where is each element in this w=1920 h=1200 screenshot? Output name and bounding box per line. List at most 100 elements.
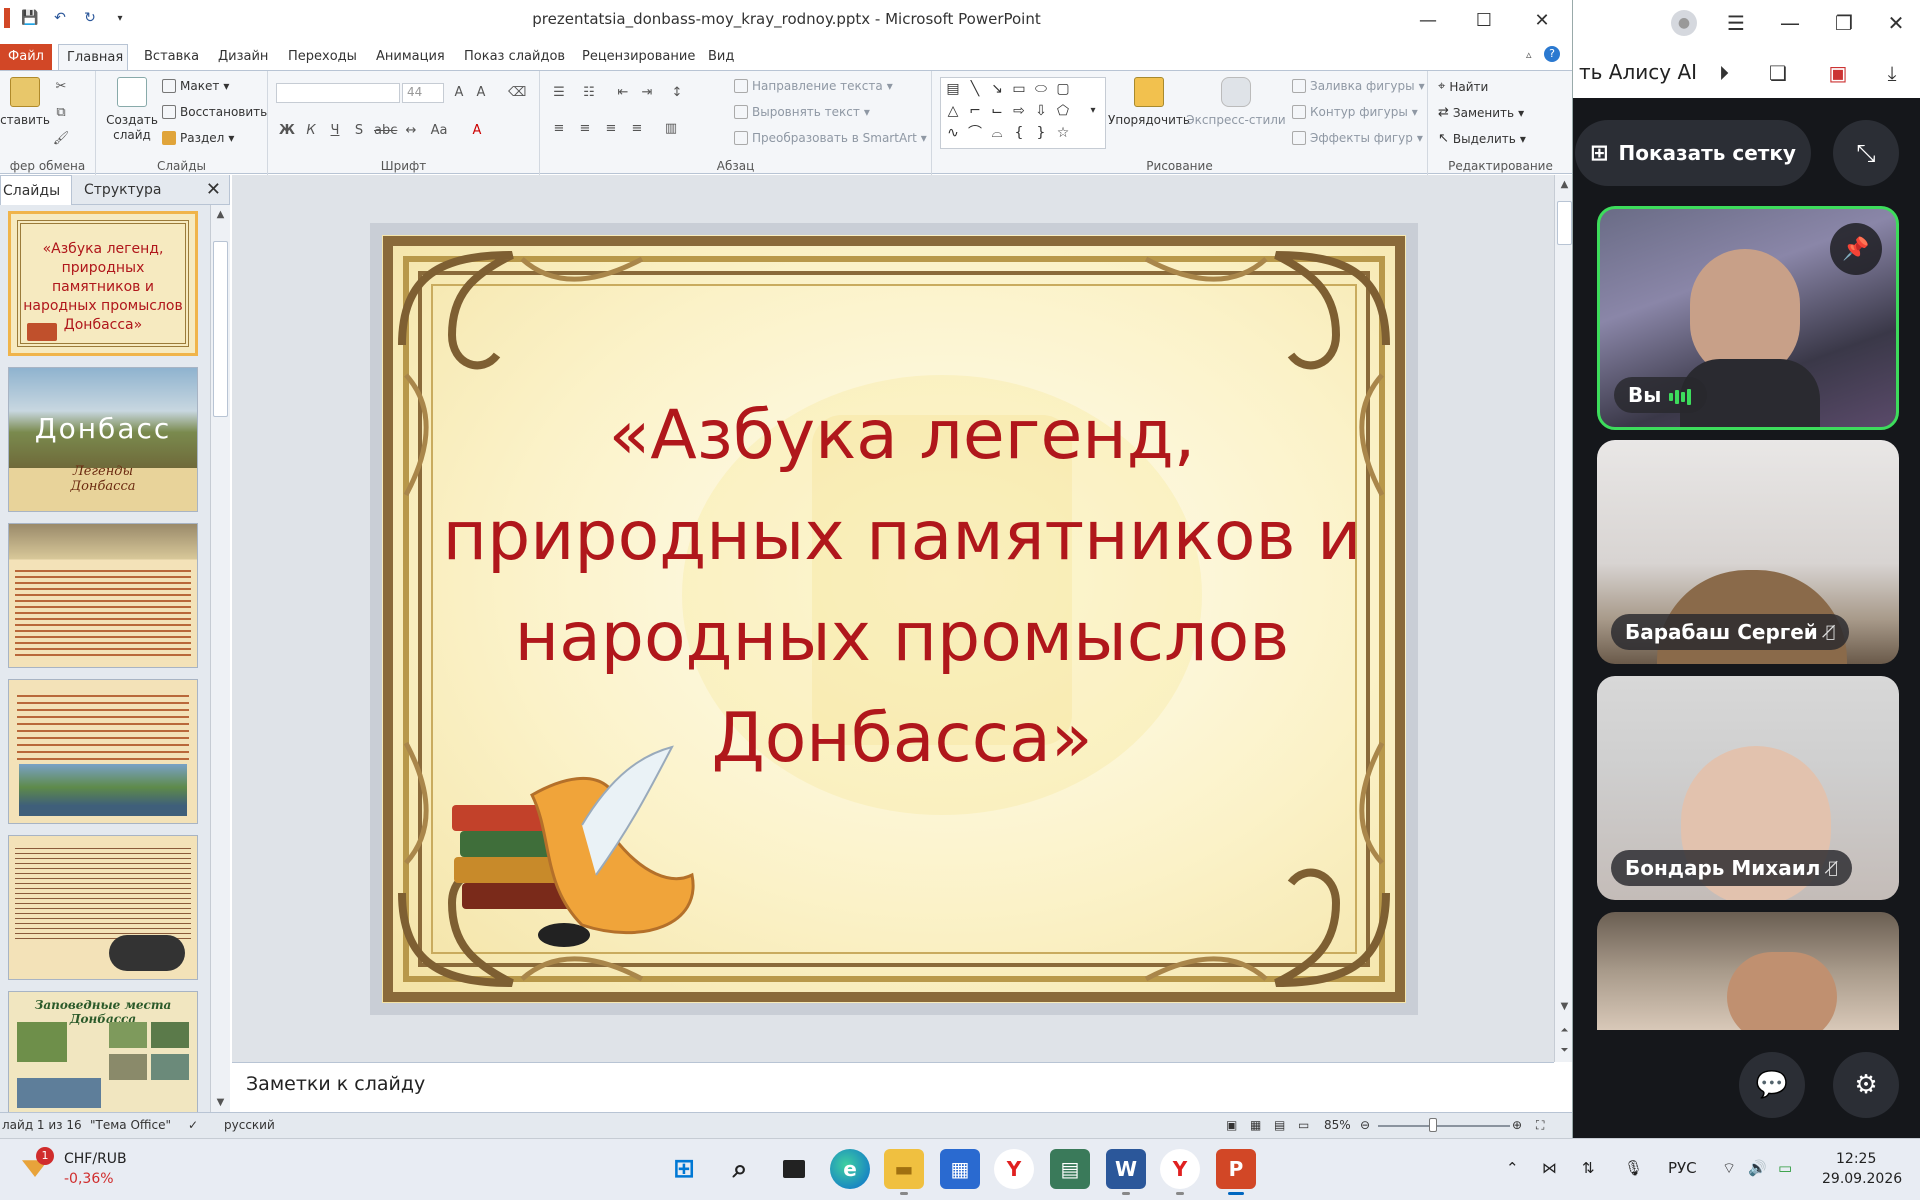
oval-shape-icon[interactable]: ⬭ — [1031, 80, 1051, 98]
slide-thumbnail[interactable] — [8, 679, 198, 824]
align-left-icon[interactable]: ≡ — [550, 121, 568, 136]
slide-sorter-icon[interactable]: ▦ — [1250, 1118, 1261, 1132]
zoom-out-icon[interactable]: ⊖ — [1360, 1118, 1370, 1132]
spacing-icon[interactable]: ↔ — [402, 123, 420, 138]
numbering-icon[interactable]: ☷ — [580, 85, 598, 100]
participant-tile-self[interactable]: 📌 Вы — [1597, 206, 1899, 430]
yandex-app[interactable]: Y — [994, 1149, 1034, 1189]
tray-expand-icon[interactable]: ⌃ — [1506, 1159, 1519, 1177]
select-button[interactable]: ↖ Выделить ▾ — [1438, 131, 1526, 146]
align-right-icon[interactable]: ≡ — [602, 121, 620, 136]
fit-slide-icon[interactable]: ⛶ — [1536, 1118, 1544, 1133]
calculator-app[interactable]: ▤ — [1050, 1149, 1090, 1189]
italic-icon[interactable]: К — [302, 123, 320, 138]
left-brace-shape-icon[interactable]: { — [1009, 124, 1029, 142]
minimize-button[interactable]: — — [1408, 6, 1448, 34]
cut-icon[interactable]: ✂ — [52, 79, 70, 94]
microphone-icon[interactable]: 🎙 — [1624, 1159, 1643, 1177]
format-painter-icon[interactable]: 🖌 — [52, 131, 70, 146]
word-app[interactable]: W — [1106, 1149, 1146, 1195]
shrink-font-icon[interactable]: A — [472, 85, 490, 100]
task-view-button[interactable] — [774, 1149, 814, 1189]
text-direction-button[interactable]: Направление текста ▾ — [734, 79, 893, 93]
arrange-button[interactable]: Упорядочить — [1108, 77, 1190, 127]
shapes-more-icon[interactable]: ▾ — [1083, 102, 1103, 120]
current-slide[interactable]: «Азбука легенд, природных памятников и н… — [382, 235, 1406, 1003]
strikethrough-icon[interactable]: abc — [374, 123, 397, 138]
participant-tile[interactable]: Бондарь Михаил 🎙̸ — [1597, 676, 1899, 900]
chat-button[interactable]: 💬 — [1739, 1052, 1805, 1118]
slide-thumbnail[interactable]: Заповедные места Донбасса — [8, 991, 198, 1113]
close-pane-icon[interactable]: ✕ — [206, 179, 221, 200]
triangle-shape-icon[interactable]: △ — [943, 102, 963, 120]
clock-date[interactable]: 29.09.2026 — [1822, 1171, 1902, 1187]
right-brace-shape-icon[interactable]: } — [1031, 124, 1051, 142]
textbox-shape-icon[interactable]: ▤ — [943, 80, 963, 98]
previous-slide-icon[interactable]: ⏶ — [1555, 1025, 1572, 1036]
volume-icon[interactable]: 🔊 — [1748, 1159, 1767, 1177]
font-size-box[interactable]: 44 — [402, 83, 444, 103]
increase-indent-icon[interactable]: ⇥ — [638, 85, 656, 100]
tab-transitions[interactable]: Переходы — [280, 44, 365, 70]
tab-home[interactable]: Главная — [58, 44, 128, 70]
curve-shape-icon[interactable]: ⌒ — [965, 124, 985, 142]
new-slide-button[interactable]: Создать слайд — [102, 77, 162, 143]
zoom-level[interactable]: 85% — [1324, 1118, 1351, 1132]
zoom-slider-knob[interactable] — [1429, 1118, 1437, 1132]
language-indicator[interactable]: русский — [224, 1118, 275, 1132]
shape-fill-button[interactable]: Заливка фигуры ▾ — [1292, 79, 1425, 93]
elbow-arrow-shape-icon[interactable]: ⌙ — [987, 102, 1007, 120]
help-icon[interactable]: ? — [1544, 46, 1560, 62]
widget-title[interactable]: CHF/RUB — [64, 1151, 127, 1167]
pentagon-shape-icon[interactable]: ⬠ — [1053, 102, 1073, 120]
store-app[interactable]: ▦ — [940, 1149, 980, 1189]
search-button[interactable]: ⌕ — [720, 1149, 760, 1189]
start-button[interactable]: ⊞ — [664, 1149, 704, 1189]
tab-outline[interactable]: Структура — [84, 175, 161, 205]
collapse-button[interactable]: ⤡ — [1833, 120, 1899, 186]
zoom-in-icon[interactable]: ⊕ — [1512, 1118, 1522, 1132]
slide-thumbnail[interactable]: Донбасс Легенды Донбасса — [8, 367, 198, 512]
reading-view-icon[interactable]: ▤ — [1274, 1118, 1285, 1132]
tab-file[interactable]: Файл — [0, 44, 52, 70]
tab-slideshow[interactable]: Показ слайдов — [456, 44, 573, 70]
yandex-browser-app[interactable]: Y — [1160, 1149, 1200, 1195]
shapes-gallery[interactable]: ▤ ╲ ↘ ▭ ⬭ ▢ △ ⌐ ⌙ ⇨ ⇩ ⬠ ∿ ⌒ ⌓ { } ☆ ▾ — [940, 77, 1106, 149]
align-center-icon[interactable]: ≡ — [576, 121, 594, 136]
replace-button[interactable]: ⇄ Заменить ▾ — [1438, 105, 1524, 120]
bold-icon[interactable]: Ж — [278, 123, 296, 138]
paste-button[interactable]: ставить — [0, 77, 50, 127]
zoom-slider[interactable] — [1378, 1125, 1510, 1127]
tray-app-icon[interactable]: ⋈ — [1542, 1159, 1557, 1177]
clock-time[interactable]: 12:25 — [1836, 1151, 1876, 1167]
spellcheck-icon[interactable]: ✓ — [188, 1118, 198, 1132]
tab-insert[interactable]: Вставка — [136, 44, 207, 70]
participant-tile[interactable]: Барабаш Сергей 🎙̸ — [1597, 440, 1899, 664]
smartart-button[interactable]: Преобразовать в SmartArt ▾ — [734, 131, 927, 145]
font-color-icon[interactable]: A — [468, 123, 486, 138]
rectangle-shape-icon[interactable]: ▭ — [1009, 80, 1029, 98]
tab-review[interactable]: Рецензирование — [574, 44, 703, 70]
shadow-icon[interactable]: S — [350, 123, 368, 138]
close-button[interactable]: ✕ — [1522, 6, 1562, 34]
shape-effects-button[interactable]: Эффекты фигур ▾ — [1292, 131, 1423, 145]
quick-styles-button[interactable]: Экспресс-стили — [1186, 77, 1286, 127]
clear-format-icon[interactable]: ⌫ — [508, 85, 526, 100]
freeform-shape-icon[interactable]: ∿ — [943, 124, 963, 142]
collapse-ribbon-icon[interactable]: ▵ — [1526, 48, 1532, 61]
scroll-up-icon[interactable]: ▲ — [211, 209, 230, 220]
reset-button[interactable]: Восстановить — [162, 105, 267, 119]
theme-name[interactable]: "Тема Office" — [90, 1118, 171, 1132]
show-grid-button[interactable]: ⊞ Показать сетку — [1575, 120, 1811, 186]
shape-outline-button[interactable]: Контур фигуры ▾ — [1292, 105, 1418, 119]
scroll-thumb[interactable] — [213, 241, 228, 417]
input-language[interactable]: РУС — [1668, 1159, 1697, 1177]
tray-settings-icon[interactable]: ⇅ — [1582, 1159, 1595, 1177]
bullets-icon[interactable]: ☰ — [550, 85, 568, 100]
wifi-icon[interactable]: ⌔ — [1722, 1159, 1736, 1178]
slides-pane-scrollbar[interactable]: ▲ ▼ — [210, 205, 230, 1112]
section-button[interactable]: Раздел ▾ — [162, 131, 234, 145]
elbow-shape-icon[interactable]: ⌐ — [965, 102, 985, 120]
underline-icon[interactable]: Ч — [326, 123, 344, 138]
slide-title[interactable]: «Азбука легенд, природных памятников и н… — [422, 385, 1382, 789]
